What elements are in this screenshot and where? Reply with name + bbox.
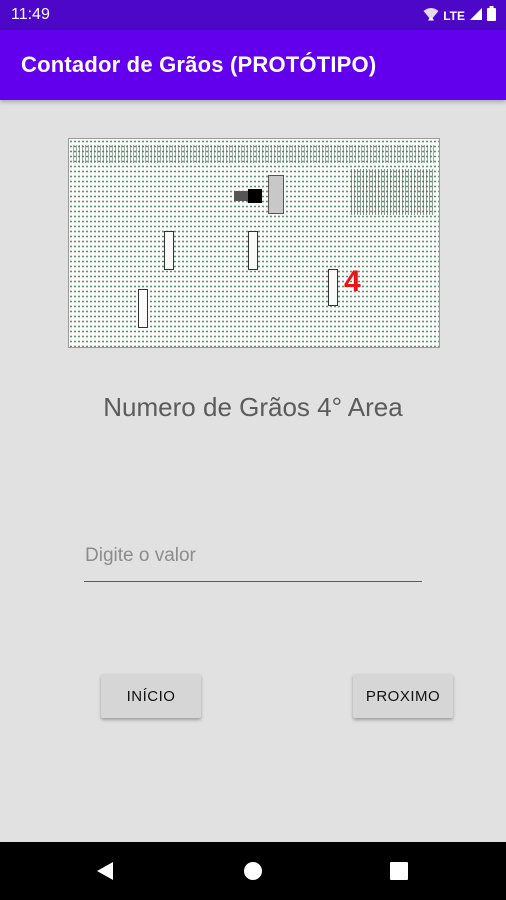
- proximo-button[interactable]: PROXIMO: [353, 674, 453, 718]
- app-bar: Contador de Grãos (PROTÓTIPO): [0, 30, 506, 100]
- grain-rows-top: [73, 145, 435, 163]
- marker-post: [164, 231, 174, 270]
- status-icons: LTE: [423, 6, 496, 26]
- back-icon[interactable]: [92, 858, 118, 884]
- network-type: LTE: [443, 9, 465, 23]
- recents-icon[interactable]: [386, 858, 412, 884]
- marker-post-highlighted: [268, 175, 284, 214]
- harvester-icon: [248, 189, 262, 203]
- app-title: Contador de Grãos (PROTÓTIPO): [21, 52, 377, 77]
- grain-rows-right: [351, 169, 435, 215]
- area-heading: Numero de Grãos 4° Area: [103, 392, 403, 422]
- marker-post: [248, 231, 258, 270]
- battery-icon: [487, 6, 496, 26]
- system-nav-bar: [0, 842, 506, 900]
- marker-post: [328, 269, 338, 306]
- home-icon[interactable]: [240, 858, 266, 884]
- value-input[interactable]: [84, 530, 422, 582]
- signal-icon: [469, 7, 483, 26]
- inicio-button[interactable]: INÍCIO: [101, 674, 201, 718]
- wifi-icon: [423, 7, 439, 26]
- field-map: 4: [68, 138, 440, 348]
- status-time: 11:49: [11, 6, 50, 23]
- area-number-label: 4: [344, 265, 361, 298]
- status-bar: 11:49 LTE: [0, 0, 506, 30]
- marker-post: [138, 289, 148, 328]
